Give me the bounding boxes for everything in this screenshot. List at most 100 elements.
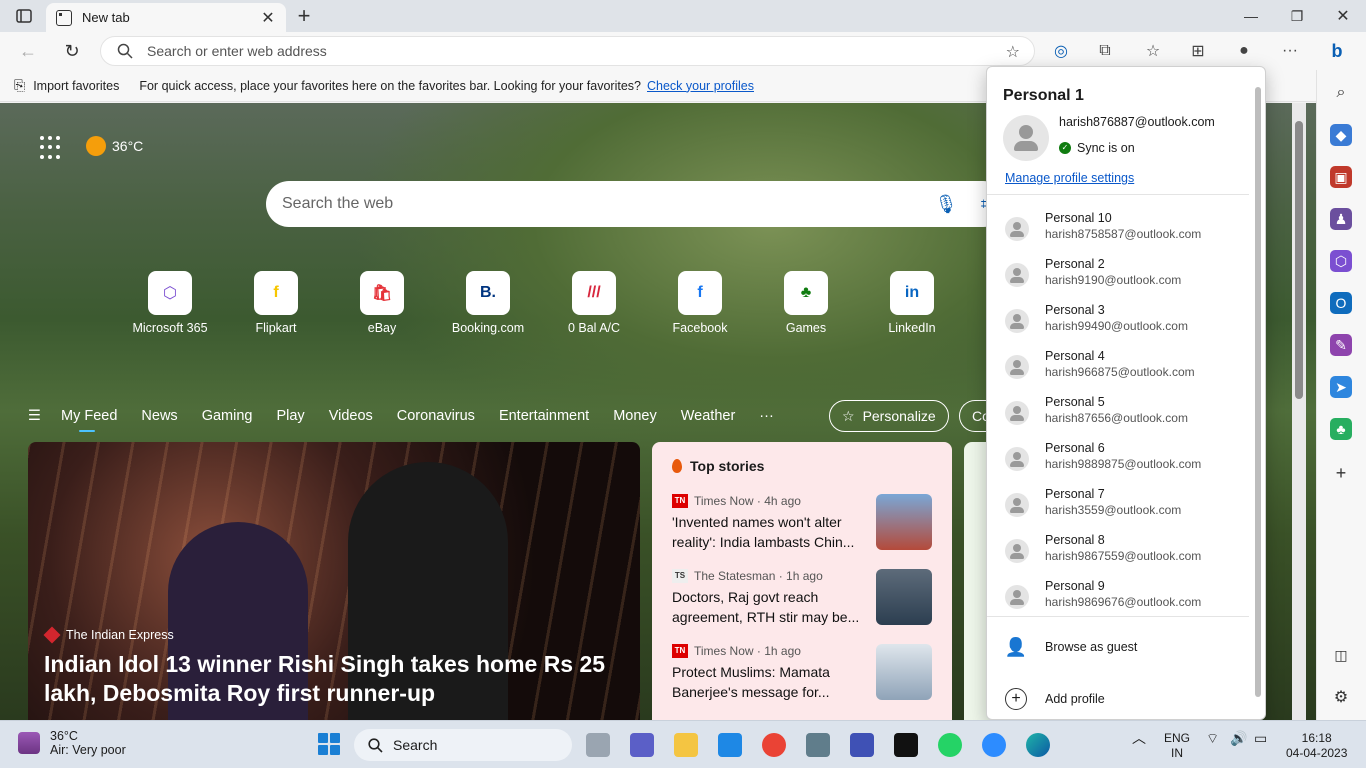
- file-explorer-icon[interactable]: [674, 733, 698, 757]
- quick-link-4[interactable]: /// 0 Bal A/C: [554, 271, 634, 335]
- network-icon[interactable]: ⌔: [1206, 731, 1219, 746]
- sidebar-outlook-icon[interactable]: O: [1330, 292, 1352, 314]
- collections-icon[interactable]: ⊞: [1187, 40, 1209, 62]
- story-item[interactable]: TN Times Now · 4h ago 'Invented names won'…: [672, 494, 932, 569]
- maximize-button[interactable]: ❐: [1274, 0, 1320, 32]
- web-search-box[interactable]: Search the web 🎙 ⌗: [266, 181, 1006, 227]
- language-indicator[interactable]: ENG IN: [1164, 731, 1190, 761]
- profile-icon[interactable]: ●: [1233, 40, 1255, 62]
- sidebar-toggle-icon[interactable]: ◫: [1330, 644, 1352, 666]
- hero-headline[interactable]: Indian Idol 13 winner Rishi Singh takes …: [44, 650, 624, 708]
- browser-essentials-icon[interactable]: ◎: [1050, 40, 1072, 62]
- top-stories-card: Top stories TN Times Now · 4h ago 'Invente…: [652, 442, 952, 720]
- pycharm-icon[interactable]: [894, 733, 918, 757]
- quick-link-7[interactable]: in LinkedIn: [872, 271, 952, 335]
- quick-link-icon: ♣: [784, 271, 828, 315]
- browse-as-guest-button[interactable]: 👤 Browse as guest: [987, 627, 1249, 667]
- sidebar-settings-icon[interactable]: ⚙: [1330, 686, 1352, 708]
- profile-name: Personal 6: [1045, 441, 1105, 455]
- profile-item[interactable]: Personal 5 harish87656@outlook.com: [987, 391, 1249, 437]
- story-item[interactable]: TN Times Now · 1h ago Protect Muslims: Mam…: [672, 644, 932, 719]
- quick-link-3[interactable]: B. Booking.com: [448, 271, 528, 335]
- taskbar-weather[interactable]: 36°C Air: Very poor: [18, 729, 126, 757]
- sidebar-tools-icon[interactable]: ▣: [1330, 166, 1352, 188]
- profile-item[interactable]: Personal 7 harish3559@outlook.com: [987, 483, 1249, 529]
- python-icon[interactable]: [850, 733, 874, 757]
- microphone-icon[interactable]: 🎙: [926, 194, 966, 215]
- sidebar-add-icon[interactable]: +: [1330, 462, 1352, 484]
- teams-icon[interactable]: [630, 733, 654, 757]
- sidebar-shopping-icon[interactable]: ◆: [1330, 124, 1352, 146]
- sidebar-office-icon[interactable]: ⬡: [1330, 250, 1352, 272]
- chrome-icon[interactable]: [762, 733, 786, 757]
- add-favorite-icon[interactable]: ☆: [1006, 42, 1020, 62]
- settings-icon[interactable]: [806, 733, 830, 757]
- profile-item[interactable]: Personal 6 harish9889875@outlook.com: [987, 437, 1249, 483]
- quick-link-2[interactable]: 🛍 eBay: [342, 271, 422, 335]
- feed-tab-2[interactable]: Gaming: [202, 408, 253, 424]
- check-profiles-link[interactable]: Check your profiles: [647, 79, 754, 93]
- sidebar-send-icon[interactable]: ➤: [1330, 376, 1352, 398]
- feed-tab-3[interactable]: Play: [276, 408, 304, 424]
- minimize-button[interactable]: —: [1228, 0, 1274, 32]
- app-launcher-icon[interactable]: [40, 136, 64, 160]
- feed-tab-6[interactable]: Entertainment: [499, 408, 589, 424]
- refresh-button[interactable]: ↻: [60, 40, 84, 62]
- quick-link-0[interactable]: ⬡ Microsoft 365: [130, 271, 210, 335]
- profile-item[interactable]: Personal 4 harish966875@outlook.com: [987, 345, 1249, 391]
- profile-item[interactable]: Personal 9 harish9869676@outlook.com: [987, 575, 1249, 621]
- battery-icon[interactable]: ▭: [1254, 731, 1267, 746]
- profile-item[interactable]: Personal 3 harish99490@outlook.com: [987, 299, 1249, 345]
- add-profile-button[interactable]: + Add profile: [987, 679, 1249, 719]
- tray-chevron-icon[interactable]: ︿: [1132, 731, 1146, 746]
- extensions-icon[interactable]: ⧉: [1094, 40, 1116, 62]
- feed-tab-1[interactable]: News: [141, 408, 177, 424]
- feed-menu-icon[interactable]: ☰: [28, 408, 41, 424]
- task-view-icon[interactable]: [586, 733, 610, 757]
- feed-tab-9[interactable]: ···: [759, 408, 774, 424]
- more-menu-icon[interactable]: ···: [1279, 40, 1301, 62]
- hero-news-card[interactable]: The Indian Express Indian Idol 13 winner…: [28, 442, 640, 720]
- start-button[interactable]: [318, 733, 340, 755]
- sidebar-tree-icon[interactable]: ♣: [1330, 418, 1352, 440]
- profile-email: harish3559@outlook.com: [1045, 503, 1182, 517]
- profile-email: harish9889875@outlook.com: [1045, 457, 1202, 471]
- sidebar-search-icon[interactable]: ⌕: [1330, 82, 1352, 104]
- address-bar[interactable]: Search or enter web address ☆: [100, 36, 1035, 66]
- favorites-icon[interactable]: ☆: [1142, 40, 1164, 62]
- back-button[interactable]: ←: [16, 40, 40, 62]
- whatsapp-icon[interactable]: [938, 733, 962, 757]
- close-window-button[interactable]: ✕: [1320, 0, 1366, 32]
- new-tab-button[interactable]: +: [292, 4, 316, 28]
- weather-widget[interactable]: 36°C: [86, 136, 143, 156]
- flyout-scrollbar[interactable]: [1255, 87, 1261, 697]
- edge-icon[interactable]: [1026, 733, 1050, 757]
- tab-close-icon[interactable]: ✕: [260, 8, 276, 28]
- profile-item[interactable]: Personal 2 harish9190@outlook.com: [987, 253, 1249, 299]
- feed-tab-0[interactable]: My Feed: [61, 408, 117, 432]
- store-icon[interactable]: [718, 733, 742, 757]
- volume-icon[interactable]: 🔊: [1230, 731, 1247, 746]
- feed-tab-7[interactable]: Money: [613, 408, 657, 424]
- profile-item[interactable]: Personal 10 harish8758587@outlook.com: [987, 207, 1249, 253]
- feed-tab-5[interactable]: Coronavirus: [397, 408, 475, 424]
- sidebar-games-icon[interactable]: ♟: [1330, 208, 1352, 230]
- quick-link-5[interactable]: f Facebook: [660, 271, 740, 335]
- bing-chat-icon[interactable]: b: [1326, 40, 1348, 62]
- tab-actions-button[interactable]: [10, 6, 38, 26]
- story-item[interactable]: TS The Statesman · 1h ago Doctors, Raj gov…: [672, 569, 932, 644]
- manage-profile-link[interactable]: Manage profile settings: [1005, 171, 1134, 185]
- feed-tab-4[interactable]: Videos: [329, 408, 373, 424]
- tab-new-tab[interactable]: New tab ✕: [46, 3, 286, 32]
- taskbar-search[interactable]: Search: [354, 729, 572, 761]
- quick-link-1[interactable]: f Flipkart: [236, 271, 316, 335]
- clock[interactable]: 16:18 04-04-2023: [1286, 731, 1347, 761]
- import-favorites-button[interactable]: ⎘ Import favorites: [14, 77, 119, 94]
- personalize-button[interactable]: ☆ Personalize: [829, 400, 949, 432]
- zoom-icon[interactable]: [982, 733, 1006, 757]
- feed-tab-8[interactable]: Weather: [681, 408, 736, 424]
- quick-link-6[interactable]: ♣ Games: [766, 271, 846, 335]
- profile-item[interactable]: Personal 8 harish9867559@outlook.com: [987, 529, 1249, 575]
- page-scrollbar[interactable]: [1292, 103, 1306, 720]
- sidebar-designer-icon[interactable]: ✎: [1330, 334, 1352, 356]
